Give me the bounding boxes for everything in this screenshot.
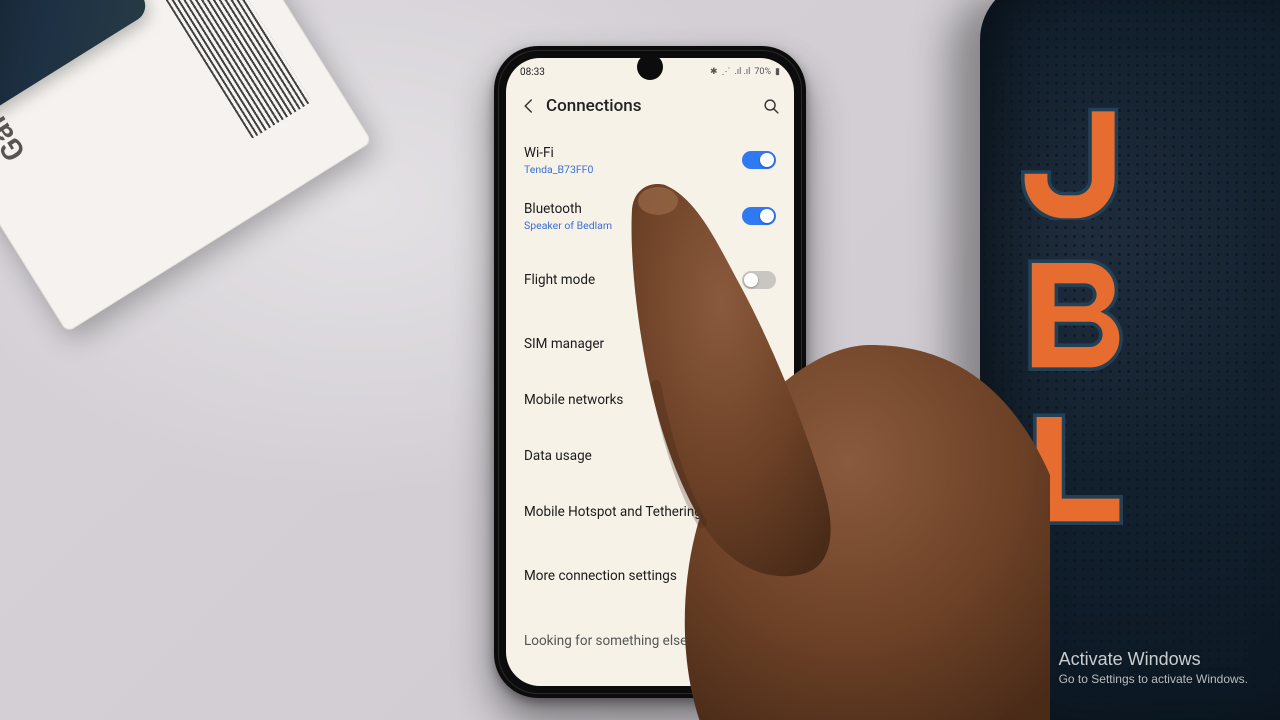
page-title: Connections: [542, 96, 758, 116]
jbl-letter-b: [1018, 254, 1138, 374]
bluetooth-toggle[interactable]: [742, 207, 776, 225]
wifi-toggle[interactable]: [742, 151, 776, 169]
row-more-settings[interactable]: More connection settings: [506, 548, 794, 604]
back-button[interactable]: [516, 93, 542, 119]
looking-label: Looking for something else?: [524, 633, 694, 649]
row-looking-for: Looking for something else?: [506, 604, 794, 669]
row-mobile-networks[interactable]: Mobile networks: [506, 372, 794, 428]
photo-scene: Galaxy A06 08:33 ✱ ⋰ .ıl: [0, 0, 1280, 720]
galaxy-box: Galaxy A06: [0, 0, 372, 333]
sim-label: SIM manager: [524, 336, 604, 352]
row-sim-manager[interactable]: SIM manager: [506, 316, 794, 372]
watermark-subtitle: Go to Settings to activate Windows.: [1059, 672, 1248, 686]
box-art: [0, 0, 151, 128]
battery-icon: ▮: [775, 67, 780, 77]
more-label: More connection settings: [524, 568, 677, 584]
battery-text: 70%: [754, 67, 771, 77]
row-bluetooth[interactable]: Bluetooth Speaker of Bedlam: [506, 188, 794, 244]
status-icons: ✱ ⋰ .ıl .ıl 70% ▮: [710, 67, 780, 77]
app-bar: Connections: [506, 84, 794, 128]
search-button[interactable]: [758, 93, 784, 119]
row-wifi[interactable]: Wi-Fi Tenda_B73FF0: [506, 132, 794, 188]
bluetooth-label: Bluetooth: [524, 201, 612, 217]
phone-screen: 08:33 ✱ ⋰ .ıl .ıl 70% ▮ Connections: [506, 58, 794, 686]
chevron-left-icon: [520, 97, 538, 115]
barcode-icon: [157, 0, 312, 139]
wifi-indicator-icon: ⋰: [722, 67, 731, 77]
data-usage-label: Data usage: [524, 448, 592, 464]
hotspot-label: Mobile Hotspot and Tethering: [524, 504, 702, 520]
wifi-sub: Tenda_B73FF0: [524, 163, 593, 176]
signal-indicator-icon: .ıl .ıl: [735, 67, 751, 77]
row-hotspot[interactable]: Mobile Hotspot and Tethering: [506, 484, 794, 540]
mobile-networks-label: Mobile networks: [524, 392, 623, 408]
settings-list: Wi-Fi Tenda_B73FF0 Bluetooth Speaker of …: [506, 128, 794, 686]
flight-label: Flight mode: [524, 272, 595, 288]
status-time: 08:33: [520, 67, 545, 78]
link-samsung: Samsung Cloud: [524, 684, 601, 687]
row-flight-mode[interactable]: Flight mode: [506, 252, 794, 308]
watermark-title: Activate Windows: [1059, 649, 1248, 670]
phone-frame: 08:33 ✱ ⋰ .ıl .ıl 70% ▮ Connections: [494, 46, 806, 698]
jbl-letter-l: [1018, 408, 1138, 528]
row-data-usage[interactable]: Data usage: [506, 428, 794, 484]
wifi-label: Wi-Fi: [524, 145, 593, 161]
windows-activation-watermark: Activate Windows Go to Settings to activ…: [1059, 649, 1248, 686]
jbl-logo: [1018, 100, 1138, 528]
jbl-speaker: [980, 0, 1280, 720]
bluetooth-sub: Speaker of Bedlam: [524, 219, 612, 232]
flight-toggle[interactable]: [742, 271, 776, 289]
search-icon: [763, 98, 780, 115]
jbl-letter-j: [1018, 100, 1138, 220]
row-link-samsung[interactable]: Samsung Cloud: [506, 669, 794, 686]
bluetooth-indicator-icon: ✱: [710, 67, 718, 77]
